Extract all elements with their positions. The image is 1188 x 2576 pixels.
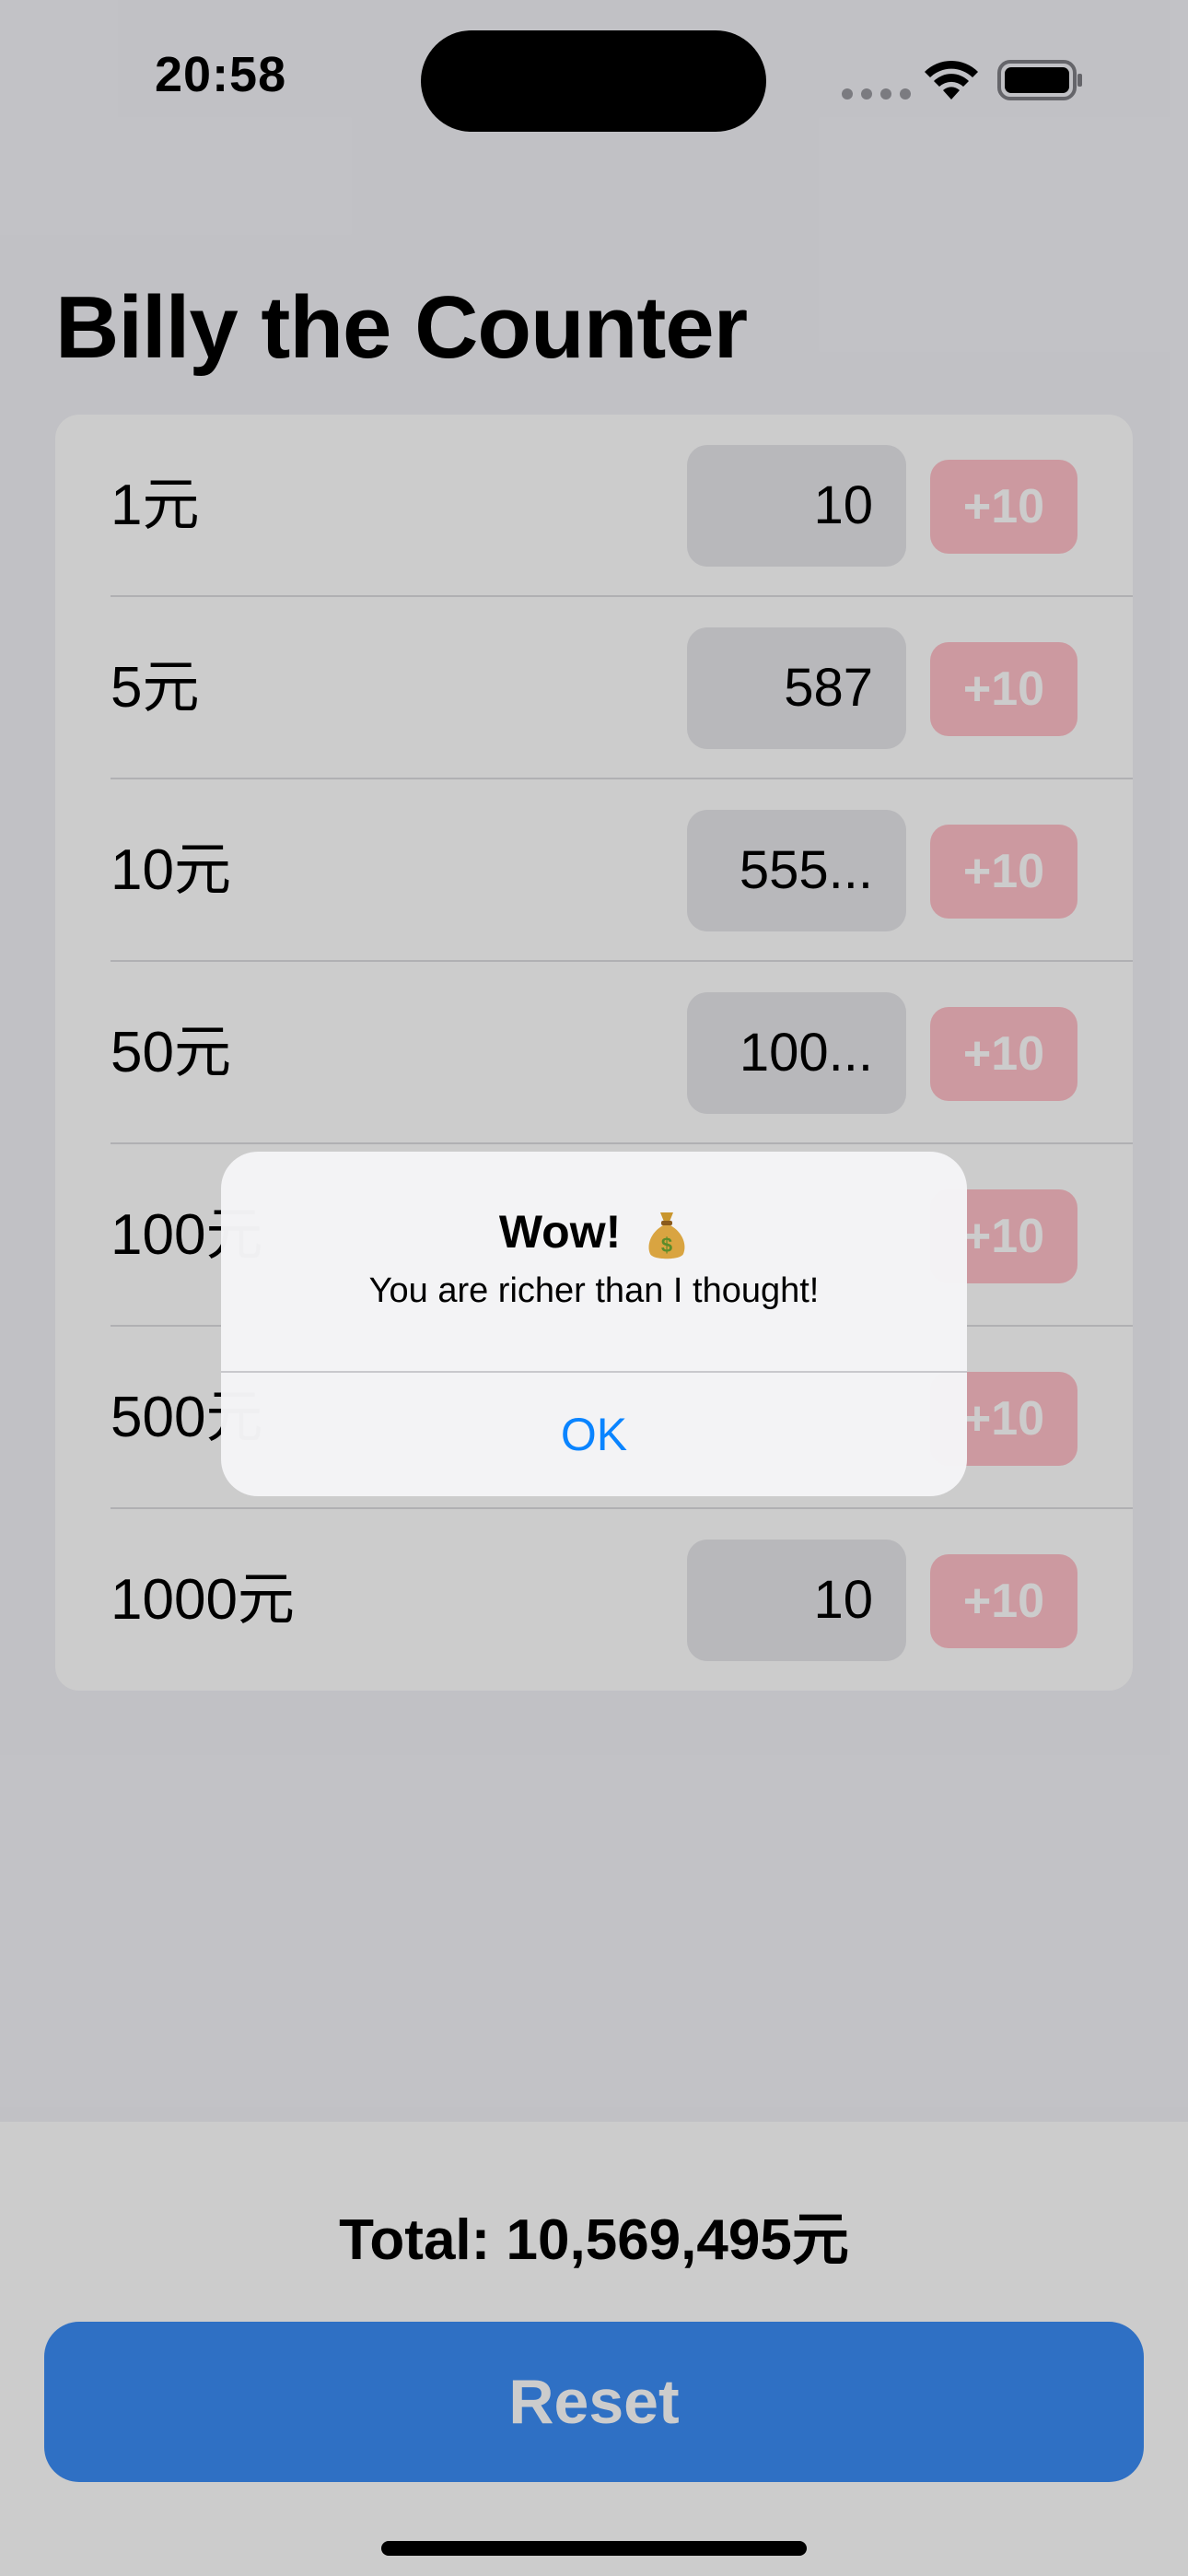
money-bag-icon: $: [648, 1212, 685, 1259]
alert-message: You are richer than I thought!: [368, 1271, 820, 1310]
alert-dialog: Wow! $ You are richer than I thought! OK: [221, 1152, 967, 1496]
alert-title: Wow! $: [221, 1205, 967, 1262]
alert-ok-button[interactable]: OK: [221, 1373, 967, 1496]
alert-title-text: Wow!: [498, 1206, 622, 1258]
svg-text:$: $: [661, 1234, 672, 1257]
